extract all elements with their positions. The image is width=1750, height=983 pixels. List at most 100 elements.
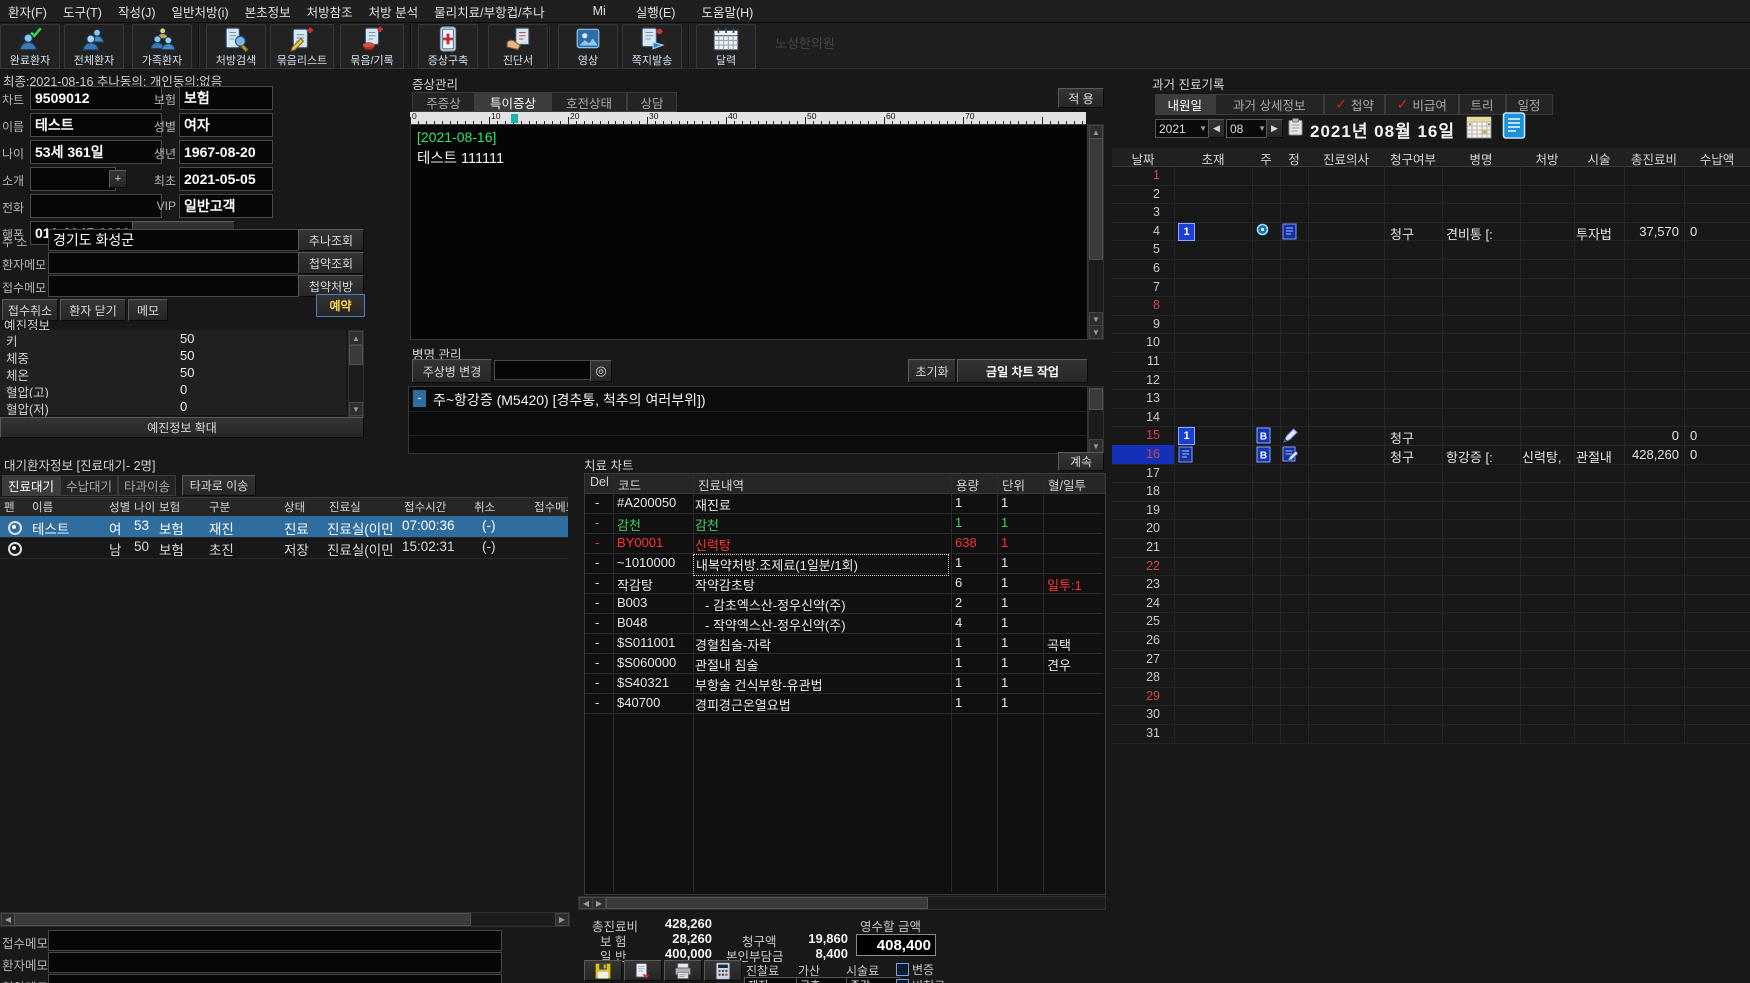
menu-item-3[interactable]: 작성(J) [110, 2, 164, 21]
scroll-down-arrow[interactable]: ▼ [349, 402, 363, 416]
history-day-row[interactable]: 6 [1112, 259, 1750, 279]
history-day-row[interactable]: 20 [1112, 519, 1750, 539]
treatment-row[interactable]: -작감탕작약감초탕61일투:1 [585, 573, 1103, 593]
previsit-scrollbar[interactable]: ▲▼ [348, 330, 364, 417]
toolbar-button-완료환자[interactable]: 완료환자 [0, 24, 60, 69]
toolbar-button-쪽지발송[interactable]: 쪽지발송 [622, 24, 682, 69]
menu-item-5[interactable]: 본초정보 [237, 2, 299, 21]
history-tab-과거 상세정보[interactable]: 과거 상세정보 [1215, 94, 1325, 115]
memo-input-1[interactable] [48, 252, 304, 274]
history-day-row[interactable]: 31 [1112, 724, 1750, 744]
diagnosis-scrollbar[interactable]: ▼ [1088, 386, 1104, 454]
history-day-row[interactable]: 19 [1112, 501, 1750, 521]
treatment-row[interactable]: -BY0001신력탕6381 [585, 533, 1103, 553]
history-day-row[interactable]: 29 [1112, 687, 1750, 707]
side-button-첩약조회[interactable]: 첩약조회 [298, 252, 364, 274]
treatment-row[interactable]: -$S40321부항술 건식부항-유관법11 [585, 673, 1103, 693]
scroll-thumb[interactable] [14, 913, 471, 926]
footer-checkbox-1[interactable]: 변증 [896, 961, 934, 978]
year-select[interactable]: 2021▼ [1155, 119, 1211, 138]
history-day-row[interactable]: 151B청구00 [1112, 426, 1750, 446]
history-day-row[interactable]: 16B청구항강증 [:신력탕,관절내428,2600 [1112, 445, 1750, 465]
menu-item-10[interactable]: 실행(E) [628, 2, 684, 21]
history-day-row[interactable]: 3 [1112, 203, 1750, 223]
scroll-thumb[interactable] [1089, 138, 1103, 260]
menu-item-2[interactable]: 도구(T) [55, 2, 110, 21]
treatment-row[interactable]: -$40700경피경근온열요법11 [585, 693, 1103, 713]
history-day-row[interactable]: 18 [1112, 482, 1750, 502]
toolbar-button-가족환자[interactable]: 가족환자 [132, 24, 192, 69]
scroll-right-arrow[interactable]: ▶ [555, 913, 569, 926]
history-day-row[interactable]: 25 [1112, 612, 1750, 632]
treatment-hscrollbar[interactable]: ◀▶ [578, 896, 1106, 910]
treatment-row[interactable]: -$S060000관절내 침술11견우 [585, 653, 1103, 673]
procedure-dropdown[interactable]: 증감▼ [846, 977, 900, 983]
history-day-row[interactable]: 22 [1112, 557, 1750, 577]
field-input-성별[interactable]: 여자 [179, 113, 273, 137]
history-tab-트리[interactable]: 트리 [1459, 94, 1506, 115]
treatment-del[interactable]: - [595, 575, 599, 590]
menu-item-11[interactable]: 도움말(H) [693, 2, 761, 21]
bottom-memo-input-2[interactable] [48, 974, 502, 983]
history-day-row[interactable]: 21 [1112, 538, 1750, 558]
treatment-row[interactable]: -감천감천11 [585, 513, 1103, 533]
action-button-환자 닫기[interactable]: 환자 닫기 [60, 299, 126, 321]
toolbar-button-묶음리스트[interactable]: 묶음리스트 [270, 24, 334, 69]
symptom-tab-특이증상[interactable]: 특이증상 [475, 92, 551, 112]
treatment-del[interactable]: - [595, 635, 599, 650]
scroll-up-arrow[interactable]: ▲ [1089, 125, 1103, 139]
history-day-row[interactable]: 14 [1112, 408, 1750, 428]
today-chart-button[interactable]: 금일 차트 작업 [957, 359, 1088, 383]
toolbar-button-달력[interactable]: 달력 [696, 24, 756, 69]
toolbar-button-전체환자[interactable]: 전체환자 [64, 24, 124, 69]
calendar-small-icon[interactable] [1466, 116, 1492, 139]
history-day-row[interactable]: 30 [1112, 705, 1750, 725]
history-day-row[interactable]: 27 [1112, 650, 1750, 670]
treatment-del[interactable]: - [595, 535, 599, 550]
field-input-소개[interactable] [30, 167, 116, 191]
history-day-row[interactable]: 11 [1112, 352, 1750, 372]
transfer-button[interactable]: 타과로 이송 [182, 475, 256, 496]
history-day-row[interactable]: 23 [1112, 575, 1750, 595]
treatment-del[interactable]: - [595, 695, 599, 710]
bottom-memo-input-0[interactable] [48, 930, 502, 951]
scroll-down-arrow[interactable]: ▼ [1089, 312, 1103, 326]
scroll-thumb[interactable] [349, 345, 363, 365]
chart-doc-icon[interactable] [1502, 112, 1526, 139]
action-button-메모[interactable]: 메모 [128, 299, 168, 321]
disease-target-icon[interactable]: ◎ [590, 360, 612, 382]
exam-dropdown[interactable]: 재진▼ [744, 977, 798, 983]
field-input-VIP[interactable]: 일반고객 [179, 194, 273, 218]
waiting-hscrollbar[interactable]: ◀▶ [0, 912, 570, 927]
treatment-del[interactable]: - [595, 595, 599, 610]
symptom-tab-주증상[interactable]: 주증상 [412, 92, 475, 112]
treatment-row[interactable]: -B048- 작약엑스산-정우신약(주)41 [585, 613, 1103, 633]
history-day-row[interactable]: 28 [1112, 668, 1750, 688]
intro-add-button[interactable]: + [109, 170, 127, 188]
side-button-추나조회[interactable]: 추나조회 [298, 229, 364, 251]
field-input-생년[interactable]: 1967-08-20 [179, 140, 273, 164]
menu-item-8[interactable]: 물리치료/부항컵/추나 [426, 2, 552, 21]
waiting-row[interactable]: 테스트여53보험재진진료진료실(이민07:00:36(-) [0, 516, 568, 538]
waiting-tab-진료대기[interactable]: 진료대기 [2, 475, 60, 496]
toolbar-button-영상[interactable]: 영상 [558, 24, 618, 69]
menu-item-1[interactable]: 환자(F) [0, 2, 55, 21]
surcharge-dropdown[interactable]: 공휴▼ [796, 977, 850, 983]
scroll-thumb[interactable] [606, 897, 928, 909]
checkbox-icon[interactable] [896, 979, 909, 983]
symptom-tab-호전상태[interactable]: 호전상태 [551, 92, 627, 112]
treatment-del[interactable]: - [595, 515, 599, 530]
menu-item-6[interactable]: 처방참조 [299, 2, 361, 21]
history-tab-비급여[interactable]: ✓비급여 [1385, 94, 1459, 115]
next-month-button[interactable]: ▶ [1266, 119, 1283, 138]
month-select[interactable]: 08▼ [1226, 119, 1270, 138]
history-day-row[interactable]: 9 [1112, 315, 1750, 335]
scroll-right-arrow[interactable]: ▶ [592, 897, 606, 909]
history-day-row[interactable]: 8 [1112, 296, 1750, 316]
treatment-del[interactable]: - [595, 615, 599, 630]
footer-checkbox-2[interactable]: 비청구 [896, 977, 945, 983]
symptom-apply-button[interactable]: 적 용 [1058, 88, 1104, 108]
treatment-continue-button[interactable]: 계속 [1058, 452, 1104, 471]
reserve-button[interactable]: 예약 [316, 294, 365, 317]
treatment-row[interactable]: -#A200050재진료11 [585, 493, 1103, 513]
